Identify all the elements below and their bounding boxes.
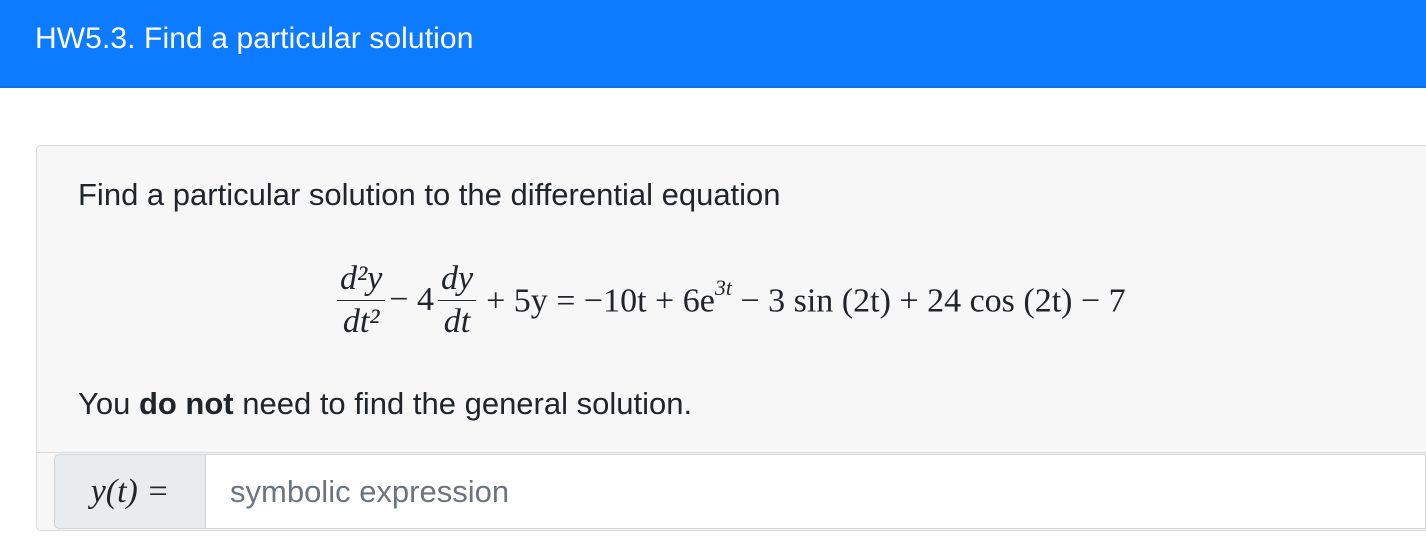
note-text-end: need to find the general solution.: [233, 386, 693, 421]
answer-input-group: y(t) =: [54, 454, 1426, 529]
first-derivative-fraction: dy dt: [437, 260, 477, 340]
question-title: HW5.3. Find a particular solution: [35, 22, 474, 55]
question-header: HW5.3. Find a particular solution: [0, 0, 1426, 88]
note-emphasis: do not: [138, 386, 234, 421]
equation-right-side: + 5y = −10t + 6e3t − 3 sin (2t) + 24 cos…: [486, 275, 1126, 320]
answer-label: y(t) =: [54, 454, 206, 529]
note-text-start: You: [78, 386, 139, 421]
fraction-denominator: dt: [443, 302, 471, 340]
card-divider: [37, 452, 1426, 453]
fraction-denominator: dt²: [342, 302, 380, 340]
question-prompt: Find a particular solution to the differ…: [78, 177, 781, 212]
rhs-prefix: + 5y = −10t + 6e: [486, 282, 715, 320]
minus-four: − 4: [389, 281, 434, 318]
second-derivative-fraction: d²y dt²: [337, 260, 386, 340]
exponent: 3t: [714, 275, 732, 301]
fraction-numerator: d²y: [337, 260, 386, 301]
differential-equation: d²y dt² − 4 dy dt + 5y = −10t + 6e3t − 3…: [333, 252, 1126, 348]
question-note: You do not need to find the general solu…: [78, 386, 692, 422]
answer-input[interactable]: [206, 454, 1426, 529]
rhs-suffix: − 3 sin (2t) + 24 cos (2t) − 7: [740, 282, 1126, 320]
fraction-numerator: dy: [437, 260, 477, 301]
